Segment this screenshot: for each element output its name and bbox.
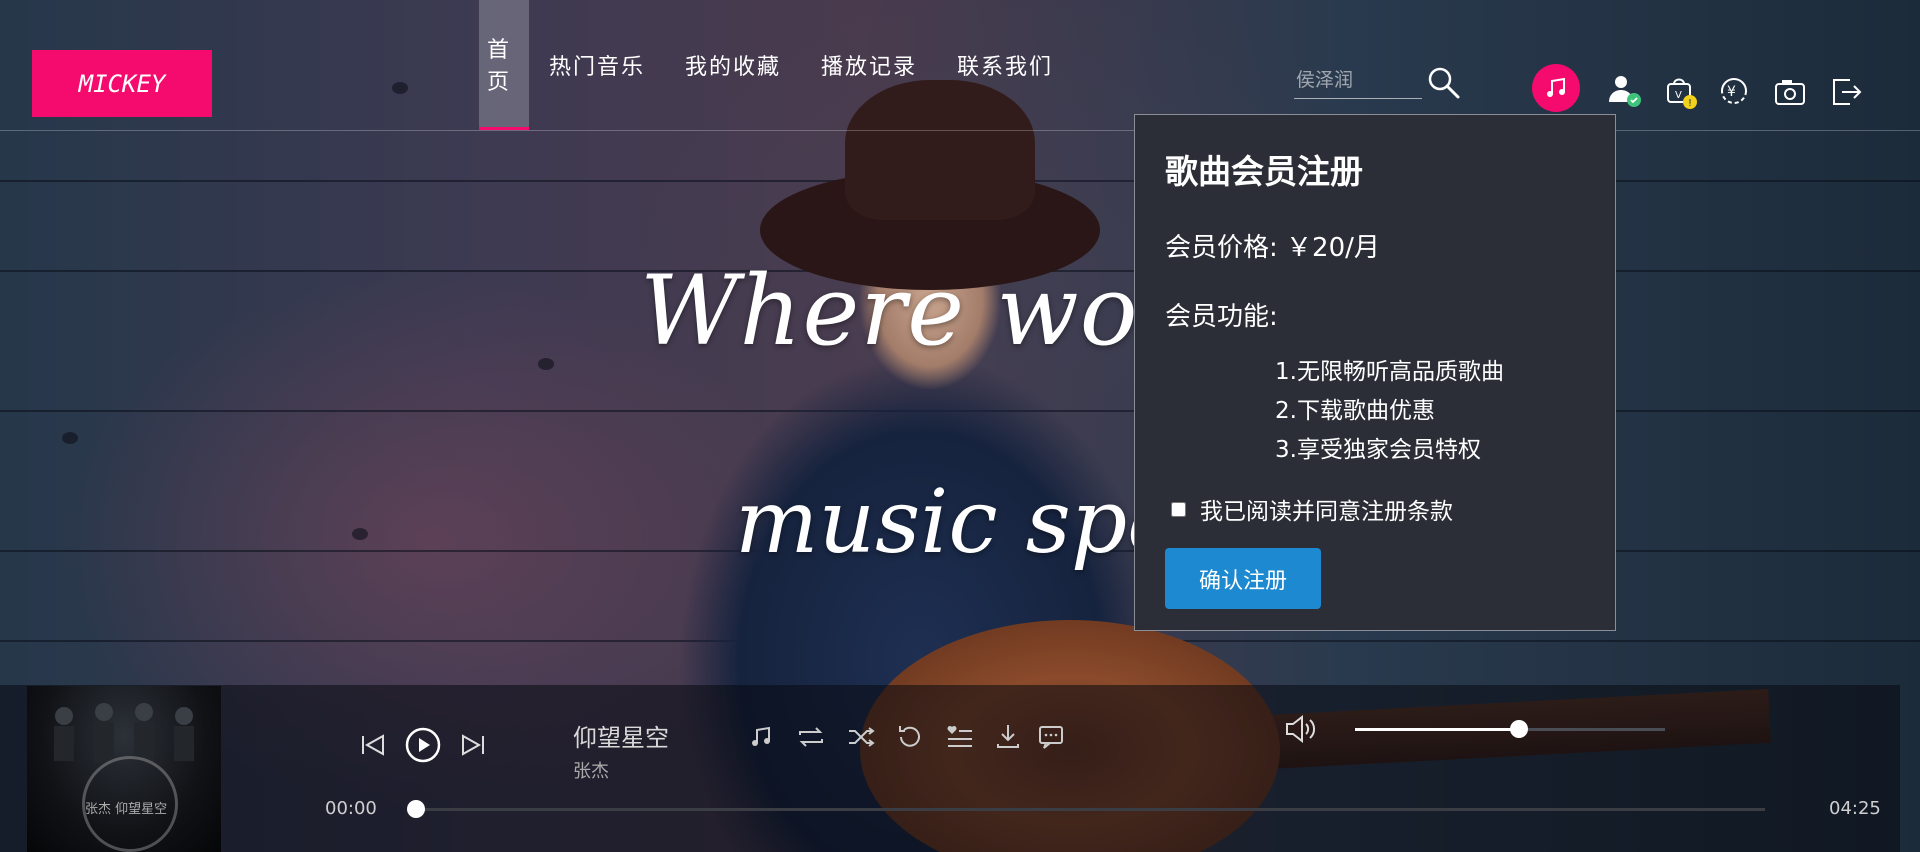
current-time: 00:00 xyxy=(325,798,377,819)
play-icon[interactable] xyxy=(404,726,442,764)
member-features-title: 会员功能: xyxy=(1165,302,1278,332)
repeat-icon[interactable] xyxy=(796,723,826,751)
nav-item-home[interactable]: 首 页 xyxy=(479,0,529,130)
svg-text:V: V xyxy=(1675,90,1682,101)
nav-item-history[interactable]: 播放记录 xyxy=(801,0,937,130)
progress-knob[interactable] xyxy=(407,800,425,818)
nav-item-hot-music[interactable]: 热门音乐 xyxy=(529,0,665,130)
search-input[interactable] xyxy=(1294,62,1422,99)
total-time: 04:25 xyxy=(1829,798,1881,819)
top-navbar: MICKEY 首 页 热门音乐 我的收藏 播放记录 联系我们 V ! ¥ xyxy=(0,0,1920,131)
music-player-bar xyxy=(0,685,1900,852)
popup-title: 歌曲会员注册 xyxy=(1165,152,1363,191)
member-price: 会员价格: ￥20/月 xyxy=(1165,233,1380,263)
logout-icon[interactable] xyxy=(1828,74,1864,110)
list-item: 2.下载歌曲优惠 xyxy=(1275,398,1435,424)
loop-icon[interactable] xyxy=(895,723,925,751)
download-icon[interactable] xyxy=(994,722,1022,750)
list-item: 3.享受独家会员特权 xyxy=(1275,437,1481,463)
confirm-register-button[interactable]: 确认注册 xyxy=(1165,548,1321,609)
logo[interactable]: MICKEY xyxy=(32,50,212,117)
volume-icon[interactable] xyxy=(1284,714,1318,744)
agree-terms[interactable]: 我已阅读并同意注册条款 xyxy=(1165,492,1585,526)
volume-fill xyxy=(1355,728,1520,731)
agree-label: 我已阅读并同意注册条款 xyxy=(1200,499,1453,525)
main-nav: 首 页 热门音乐 我的收藏 播放记录 联系我们 xyxy=(479,0,1073,130)
search-icon[interactable] xyxy=(1426,65,1462,101)
music-note-icon[interactable] xyxy=(1532,64,1580,112)
nav-item-favorites[interactable]: 我的收藏 xyxy=(665,0,801,130)
search-box xyxy=(1294,62,1422,99)
next-track-icon[interactable] xyxy=(458,730,488,760)
song-title: 仰望星空 xyxy=(573,724,669,752)
progress-bar[interactable] xyxy=(415,808,1765,811)
song-artist[interactable]: 张杰 xyxy=(573,757,609,783)
lyrics-note-icon[interactable] xyxy=(748,724,774,750)
cover-text: 张杰 仰望星空 xyxy=(85,802,168,817)
list-item: 1.无限畅听高品质歌曲 xyxy=(1275,359,1504,385)
svg-text:¥: ¥ xyxy=(1727,84,1736,100)
nav-item-contact[interactable]: 联系我们 xyxy=(937,0,1073,130)
member-features-list: 1.无限畅听高品质歌曲 2.下载歌曲优惠 3.享受独家会员特权 xyxy=(1275,353,1585,470)
yuan-coin-icon[interactable]: ¥ xyxy=(1716,73,1752,109)
vip-bag-icon[interactable]: V ! xyxy=(1664,74,1700,110)
agree-checkbox[interactable] xyxy=(1171,501,1186,517)
user-icon[interactable] xyxy=(1606,72,1642,108)
favorite-list-icon[interactable] xyxy=(945,723,975,751)
previous-track-icon[interactable] xyxy=(358,730,388,760)
album-cover[interactable]: 张杰 仰望星空 xyxy=(27,686,221,852)
shuffle-icon[interactable] xyxy=(846,723,876,751)
member-register-popup: 歌曲会员注册 会员价格: ￥20/月 会员功能: 1.无限畅听高品质歌曲 2.下… xyxy=(1134,114,1616,631)
svg-text:!: ! xyxy=(1688,98,1692,109)
comment-icon[interactable] xyxy=(1037,722,1065,750)
camera-icon[interactable] xyxy=(1772,74,1808,110)
